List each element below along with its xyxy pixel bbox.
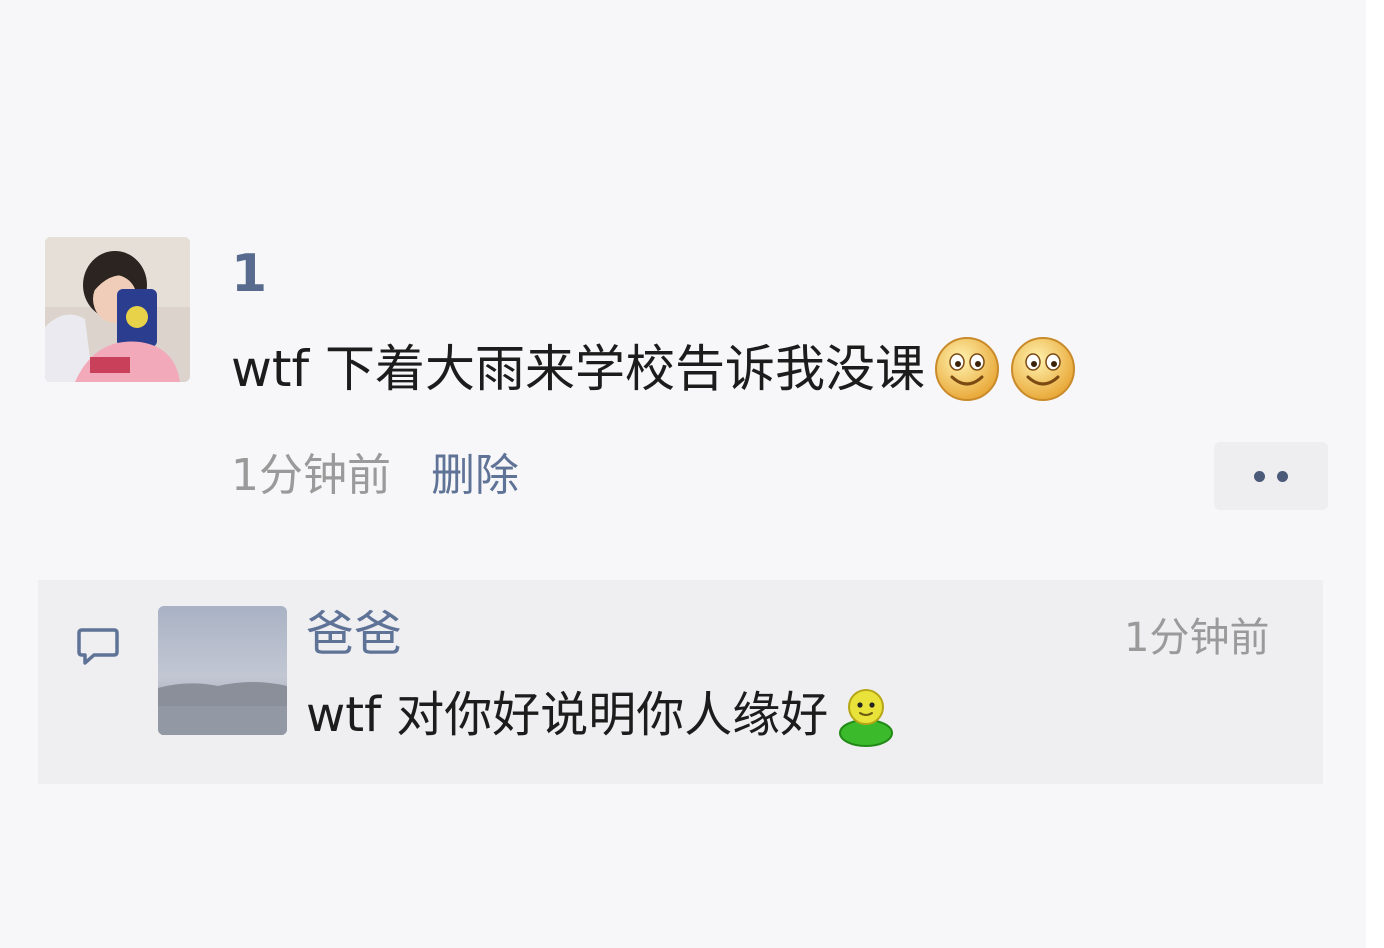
post-text: wtf 下着大雨来学校告诉我没课 [231, 340, 925, 398]
more-button[interactable] [1214, 442, 1328, 510]
comment-author[interactable]: 爸爸 [306, 604, 402, 664]
green-person-emoji-icon [836, 683, 896, 747]
post-content: wtf 下着大雨来学校告诉我没课 [231, 332, 1077, 406]
more-dots-icon [1277, 470, 1288, 482]
right-edge-strip [1366, 0, 1384, 948]
comment-text: wtf 对你好说明你人缘好 [306, 687, 829, 743]
comment-avatar[interactable] [158, 606, 287, 735]
comment-timestamp: 1分钟前 [1124, 615, 1270, 661]
post-username[interactable]: 1 [231, 244, 267, 304]
comment-content: wtf 对你好说明你人缘好 [306, 680, 896, 750]
delete-button[interactable]: 删除 [431, 450, 519, 501]
smile-emoji-icon [1009, 335, 1077, 403]
more-dots-icon [1254, 470, 1265, 482]
smile-emoji-icon [933, 335, 1001, 403]
comment-bubble-icon [76, 626, 120, 668]
post-timestamp: 1分钟前 [231, 450, 391, 501]
post-meta: 1分钟前 删除 [231, 446, 519, 506]
user-avatar[interactable] [45, 237, 190, 382]
